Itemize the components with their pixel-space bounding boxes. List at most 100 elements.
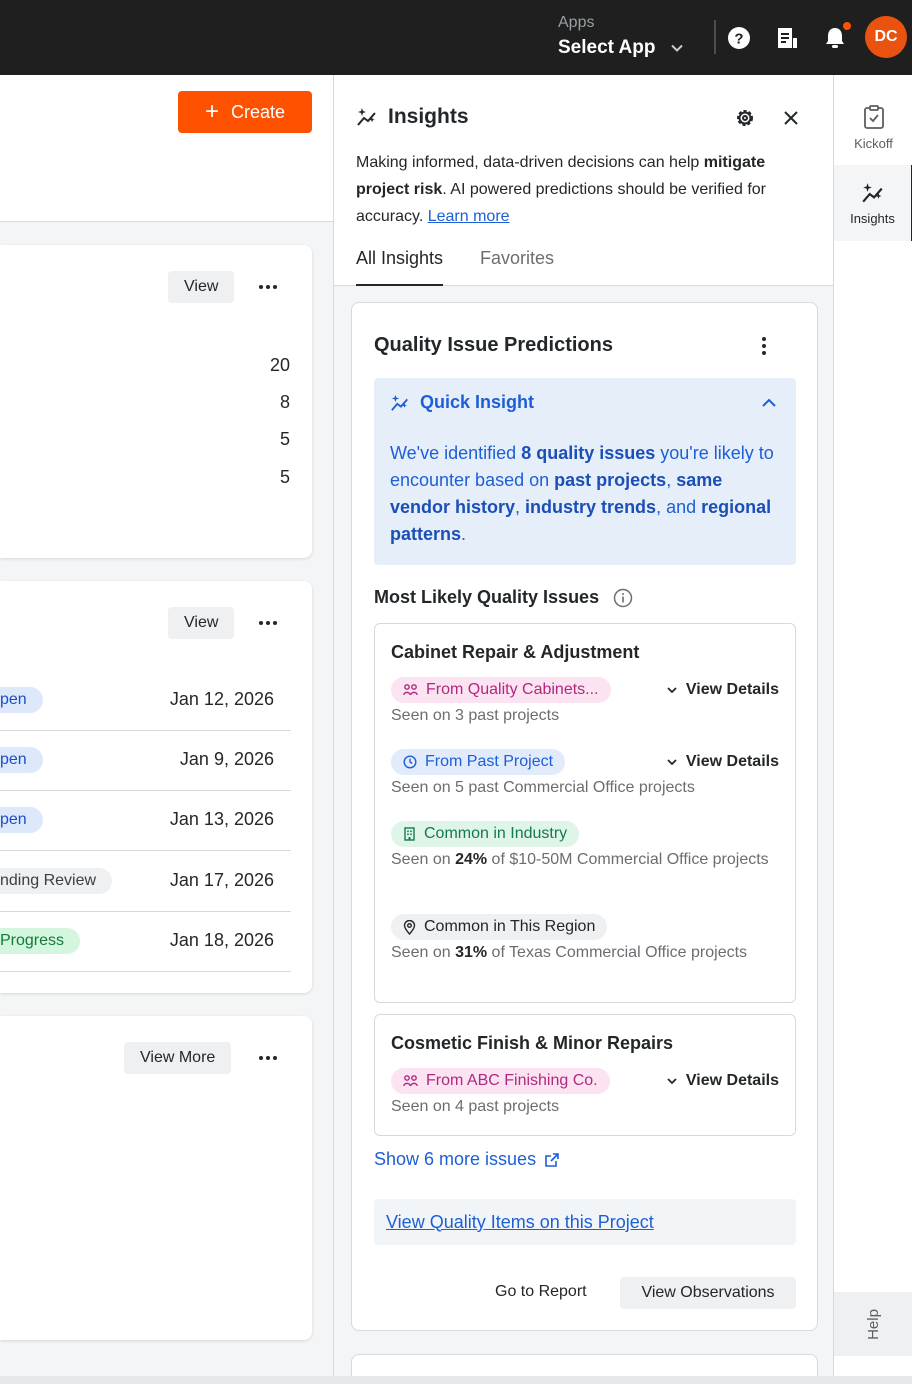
info-icon[interactable] [613, 588, 633, 608]
seen-bold: 24% [455, 851, 488, 868]
insights-title: Insights [356, 105, 469, 129]
gear-icon[interactable] [732, 105, 758, 131]
kebab-menu-icon[interactable] [752, 333, 776, 359]
qi-text: , [666, 470, 677, 490]
select-app-dropdown[interactable]: Select App [558, 37, 684, 59]
quick-insight-box: Quick Insight We've identified 8 quality… [374, 378, 796, 565]
insights-title-text: Insights [388, 105, 469, 128]
status-badge: Progress [0, 928, 81, 954]
view-button[interactable]: View [168, 271, 235, 303]
table-row[interactable]: Progress Jan 18, 2026 [0, 912, 291, 972]
chevron-down-icon [667, 759, 677, 766]
items-card: View pen Jan 12, 2026 pen Jan 9, 2026 pe… [0, 581, 312, 993]
count-value: 5 [279, 467, 290, 487]
most-likely-header: Most Likely Quality Issues [374, 587, 633, 608]
create-button[interactable]: + Create [178, 91, 312, 133]
insights-panel: Insights Making informed, data-driven de… [333, 75, 834, 1384]
tag-label: From ABC Finishing Co. [426, 1072, 598, 1089]
rail-item-insights[interactable]: Insights [834, 165, 912, 241]
plus-icon: + [204, 98, 219, 125]
issue-card: Cabinet Repair & Adjustment From Quality… [374, 623, 796, 1003]
view-more-button[interactable]: View More [124, 1042, 232, 1074]
rail-item-kickoff[interactable]: Kickoff [834, 89, 912, 165]
seen-text: Seen on 24% of $10-50M Commercial Office… [391, 849, 771, 871]
notification-dot [842, 21, 852, 31]
help-tab[interactable]: Help [834, 1292, 912, 1356]
learn-more-link[interactable]: Learn more [428, 208, 510, 225]
row-date: Jan 13, 2026 [169, 809, 274, 829]
tab-all-insights[interactable]: All Insights [356, 248, 444, 286]
location-pin-icon [403, 919, 416, 935]
top-bar: Apps Select App ? DC [0, 0, 912, 75]
chevron-up-icon[interactable] [758, 392, 780, 414]
tag-label: Common in Industry [424, 825, 568, 842]
sparkle-chart-icon [357, 108, 376, 126]
row-date: Jan 17, 2026 [169, 870, 274, 890]
region-tag: Common in This Region [391, 914, 608, 940]
building-icon [404, 827, 415, 841]
create-label: Create [230, 101, 286, 122]
seen-post: of Texas Commercial Office projects [487, 944, 748, 961]
seen-text: Seen on 31% of Texas Commercial Office p… [391, 942, 771, 964]
row-date: Jan 12, 2026 [169, 689, 274, 709]
quick-insight-text: We've identified 8 quality issues you're… [390, 440, 786, 548]
avatar[interactable]: DC [865, 16, 907, 58]
tab-favorites[interactable]: Favorites [480, 248, 554, 286]
more-options-icon[interactable] [253, 608, 283, 638]
past-project-tag: From Past Project [391, 749, 566, 775]
qi-bold: industry trends [525, 497, 657, 517]
view-details-toggle[interactable]: View Details [666, 681, 779, 699]
users-icon [403, 684, 418, 696]
seen-pre: Seen on [391, 944, 456, 961]
more-options-icon[interactable] [253, 272, 283, 302]
insights-scroll-area[interactable]: Quality Issue Predictions Quick Insight … [334, 286, 834, 1384]
table-row[interactable]: pen Jan 13, 2026 [0, 791, 291, 851]
view-details-label: View Details [685, 681, 779, 698]
seen-text: Seen on 4 past projects [391, 1098, 560, 1115]
desc-text: Making informed, data-driven decisions c… [356, 154, 704, 171]
quick-insight-header[interactable]: Quick Insight [390, 392, 534, 413]
left-header: + Create [0, 75, 333, 222]
topbar-divider [714, 20, 716, 54]
most-likely-title: Most Likely Quality Issues [374, 587, 600, 607]
external-link-icon [545, 1152, 559, 1167]
svg-text:?: ? [734, 31, 743, 48]
more-options-icon[interactable] [253, 1043, 283, 1073]
help-label: Help [864, 1308, 882, 1340]
view-observations-button[interactable]: View Observations [620, 1277, 796, 1309]
clock-icon [403, 755, 417, 769]
qi-bold: 8 quality issues [521, 443, 656, 463]
issue-title: Cabinet Repair & Adjustment [391, 642, 640, 662]
table-row[interactable]: pen Jan 12, 2026 [0, 671, 291, 731]
sparkle-chart-icon [391, 394, 408, 411]
view-details-toggle[interactable]: View Details [666, 1072, 779, 1090]
tag-label: From Past Project [425, 753, 554, 770]
help-icon[interactable]: ? [725, 24, 753, 52]
status-badge: nding Review [0, 868, 113, 894]
qi-text: , and [656, 497, 702, 517]
table-row[interactable]: pen Jan 9, 2026 [0, 731, 291, 791]
seen-pre: Seen on [391, 851, 456, 868]
count-value: 8 [279, 392, 290, 412]
close-icon[interactable] [778, 105, 804, 131]
qi-text: , [515, 497, 526, 517]
chevron-down-icon [670, 44, 683, 52]
view-button[interactable]: View [168, 607, 235, 639]
quality-predictions-card: Quality Issue Predictions Quick Insight … [351, 302, 818, 1331]
view-quality-items-link[interactable]: View Quality Items on this Project [374, 1199, 796, 1245]
items-list: pen Jan 12, 2026 pen Jan 9, 2026 pen Jan… [0, 671, 291, 973]
seen-post: of $10-50M Commercial Office projects [487, 851, 769, 868]
sparkle-chart-icon [861, 182, 883, 202]
go-to-report-button[interactable]: Go to Report [495, 1283, 587, 1301]
clipboard-check-icon [863, 104, 884, 129]
seen-bold: 31% [455, 944, 488, 961]
seen-text: Seen on 5 past Commercial Office project… [391, 779, 695, 796]
view-details-toggle[interactable]: View Details [666, 753, 779, 771]
vendor-tag: From Quality Cabinets... [391, 677, 611, 703]
rail-label: Kickoff [854, 135, 893, 151]
show-more-issues-link[interactable]: Show 6 more issues [374, 1149, 560, 1170]
status-badge: pen [0, 747, 43, 773]
table-row[interactable]: nding Review Jan 17, 2026 [0, 852, 291, 912]
count-value: 20 [269, 355, 290, 375]
document-icon[interactable] [773, 24, 801, 52]
